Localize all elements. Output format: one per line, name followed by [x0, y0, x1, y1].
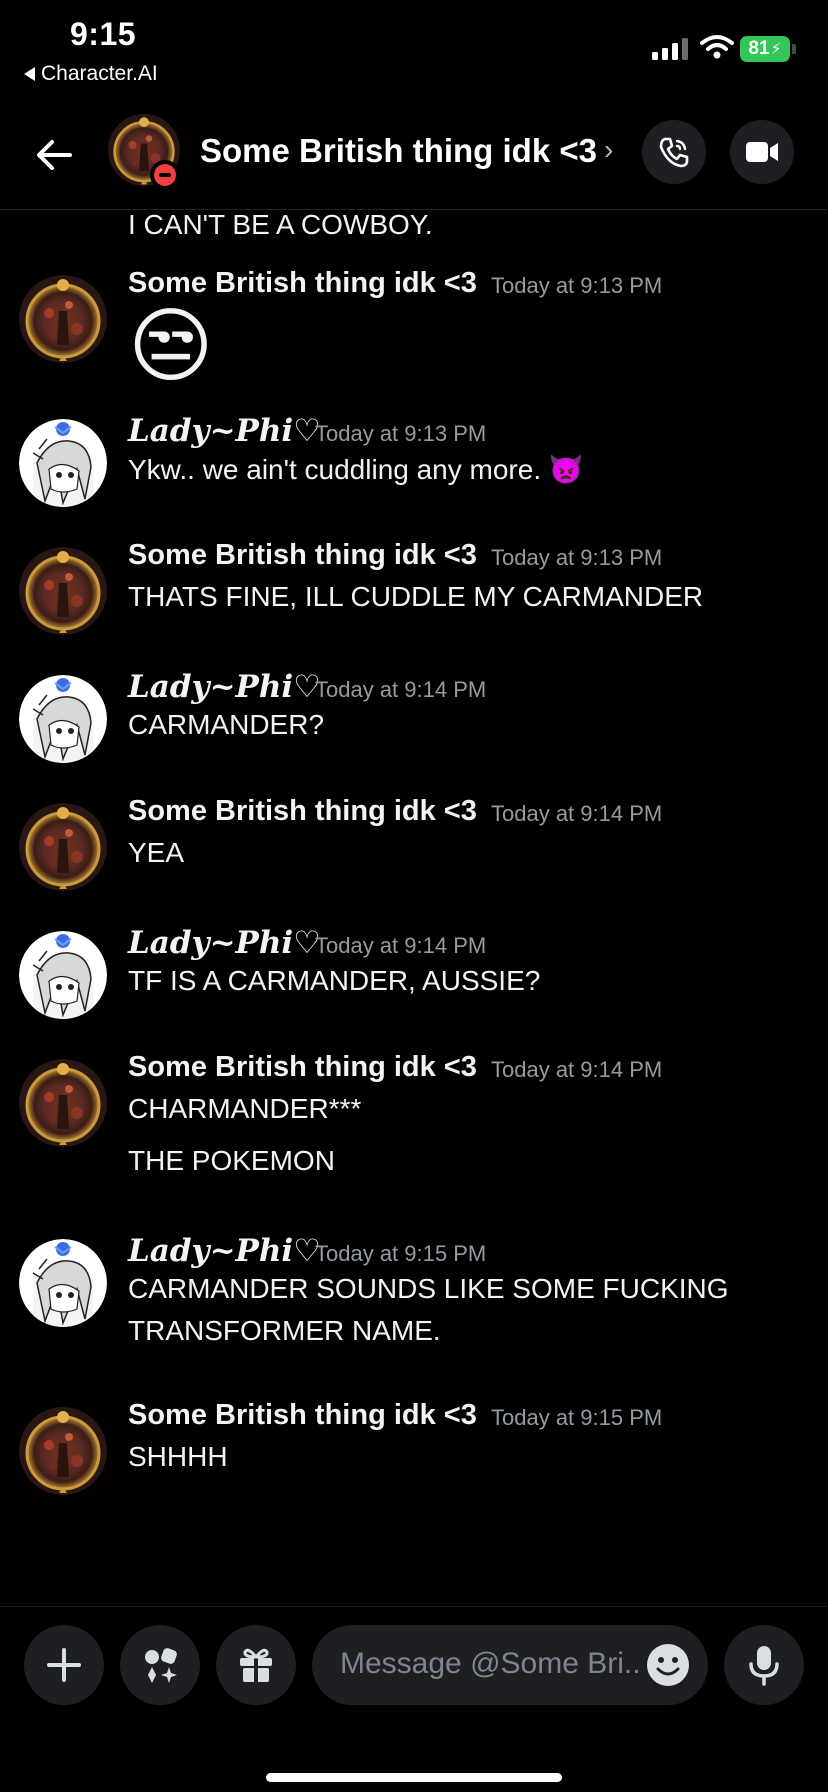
plus-icon	[47, 1648, 81, 1682]
battery-level: 81	[748, 38, 770, 59]
avatar[interactable]	[19, 1239, 107, 1327]
back-arrow-icon[interactable]	[30, 130, 80, 180]
message-timestamp: Today at 9:13 PM	[491, 545, 663, 570]
battery-icon: 81 ⚡	[740, 36, 790, 62]
apps-button[interactable]	[120, 1625, 200, 1705]
message-timestamp: Today at 9:15 PM	[315, 1241, 487, 1266]
battery-tip	[792, 44, 796, 54]
message-timestamp: Today at 9:13 PM	[491, 273, 663, 298]
message-composer: Message @Some Bri..	[0, 1606, 828, 1792]
charging-bolt-icon: ⚡	[770, 41, 782, 58]
message-text: CHARMANDER***	[128, 1093, 362, 1124]
avatar[interactable]	[19, 1407, 107, 1495]
message-timestamp: Today at 9:14 PM	[491, 801, 663, 826]
message-timestamp: Today at 9:14 PM	[315, 677, 487, 702]
chat-header: Some British thing idk <3 ›	[0, 100, 828, 210]
message-timestamp: Today at 9:14 PM	[491, 1057, 663, 1082]
message-text: TF IS A CARMANDER, AUSSIE?	[128, 965, 541, 996]
status-time: 9:15	[70, 16, 137, 52]
message-author[interactable]: Lady~Phi♡	[128, 1233, 321, 1269]
message-author[interactable]: Some British thing idk <3	[128, 1051, 477, 1084]
message-text-content: Ykw.. we ain't cuddling any more.	[128, 454, 542, 485]
message-list[interactable]: I CAN'T BE A COWBOY. Some British thing …	[0, 211, 828, 1606]
message-input[interactable]: Message @Some Bri..	[312, 1625, 708, 1705]
message-input-placeholder: Message @Some Bri..	[340, 1647, 641, 1680]
avatar[interactable]	[19, 803, 107, 891]
back-triangle-icon	[24, 67, 35, 81]
apps-icon	[145, 1648, 177, 1683]
gift-icon	[240, 1648, 272, 1682]
add-attachment-button[interactable]	[24, 1625, 104, 1705]
phone-icon	[659, 137, 689, 168]
message-text: THATS FINE, ILL CUDDLE MY CARMANDER	[128, 581, 704, 612]
message-text: TRANSFORMER NAME.	[128, 1315, 441, 1346]
message-text: CARMANDER?	[128, 709, 325, 740]
message-author[interactable]: Lady~Phi♡	[128, 669, 321, 705]
gift-button[interactable]	[216, 1625, 296, 1705]
avatar[interactable]	[19, 275, 107, 363]
message-text: Ykw.. we ain't cuddling any more. 👿	[128, 453, 584, 486]
cellular-signal-icon	[652, 38, 688, 60]
message-author[interactable]: Some British thing idk <3	[128, 1399, 477, 1432]
status-bar: 9:15 Character.AI 81 ⚡	[0, 0, 828, 96]
message-timestamp: Today at 9:15 PM	[491, 1405, 663, 1430]
avatar[interactable]	[19, 547, 107, 635]
avatar[interactable]	[19, 675, 107, 763]
home-indicator[interactable]	[266, 1773, 562, 1782]
message-author[interactable]: Some British thing idk <3	[128, 795, 477, 828]
message-text: CARMANDER SOUNDS LIKE SOME FUCKING	[128, 1273, 729, 1304]
avatar[interactable]	[19, 1059, 107, 1147]
video-call-button[interactable]	[730, 120, 794, 184]
message-author[interactable]: Some British thing idk <3	[128, 539, 477, 572]
chevron-right-icon[interactable]: ›	[604, 134, 613, 166]
video-camera-icon	[746, 142, 778, 162]
message-author[interactable]: Lady~Phi♡	[128, 925, 321, 961]
message-timestamp: Today at 9:14 PM	[315, 933, 487, 958]
message-author[interactable]: Some British thing idk <3	[128, 267, 477, 300]
do-not-disturb-status-icon	[150, 160, 180, 190]
microphone-icon	[749, 1646, 779, 1686]
avatar[interactable]	[19, 931, 107, 1019]
back-app-label: Character.AI	[41, 62, 158, 85]
message-text: I CAN'T BE A COWBOY.	[128, 211, 433, 240]
voice-message-button[interactable]	[724, 1625, 804, 1705]
voice-call-button[interactable]	[642, 120, 706, 184]
message-text: THE POKEMON	[128, 1145, 335, 1176]
avatar[interactable]	[19, 419, 107, 507]
message-text: SHHHH	[128, 1441, 228, 1472]
chat-title[interactable]: Some British thing idk <3	[200, 132, 597, 170]
message-text: YEA	[128, 837, 185, 868]
message-emoji: 😒	[128, 301, 214, 392]
back-to-app-link[interactable]: Character.AI	[24, 62, 158, 86]
emoji-icon[interactable]	[646, 1643, 690, 1687]
message-timestamp: Today at 9:13 PM	[315, 421, 487, 446]
message-emoji: 👿	[548, 454, 584, 485]
message-author[interactable]: Lady~Phi♡	[128, 413, 321, 449]
wifi-icon	[700, 35, 734, 59]
